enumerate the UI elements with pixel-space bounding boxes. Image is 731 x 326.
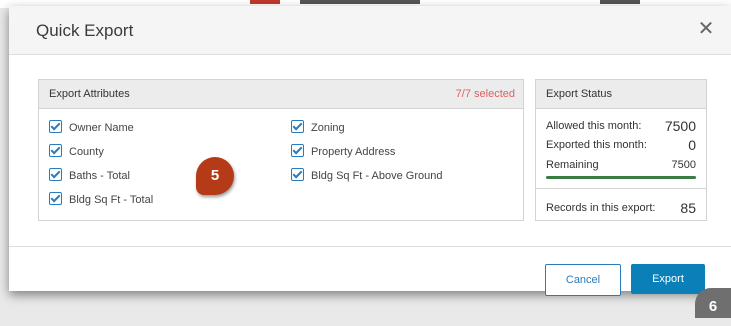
- attribute-checkbox-bldg-sq-ft-total[interactable]: Bldg Sq Ft - Total: [49, 192, 153, 208]
- records-in-export-row: Records in this export: 85: [546, 200, 696, 216]
- attribute-label: Property Address: [311, 146, 396, 158]
- attribute-checkbox-county[interactable]: County: [49, 144, 104, 160]
- exported-label: Exported this month:: [546, 139, 647, 151]
- checkbox-checked-icon[interactable]: [49, 168, 62, 181]
- checkbox-checked-icon[interactable]: [291, 120, 304, 133]
- close-icon[interactable]: ✕: [695, 18, 717, 40]
- background-content: [250, 0, 280, 4]
- dialog-title: Quick Export: [36, 21, 134, 40]
- allowed-label: Allowed this month:: [546, 120, 642, 132]
- export-attributes-panel: Export Attributes 7/7 selected Owner Nam…: [38, 79, 524, 221]
- allowed-this-month-row: Allowed this month: 7500: [546, 118, 696, 134]
- checkbox-checked-icon[interactable]: [49, 144, 62, 157]
- attribute-checkbox-zoning[interactable]: Zoning: [291, 120, 345, 136]
- export-attributes-title: Export Attributes: [49, 88, 130, 100]
- checkbox-checked-icon[interactable]: [49, 120, 62, 133]
- exported-this-month-row: Exported this month: 0: [546, 137, 696, 153]
- attribute-label: Bldg Sq Ft - Above Ground: [311, 170, 443, 182]
- step-callout-6: 6: [695, 288, 731, 318]
- divider: [536, 188, 706, 189]
- remaining-progress-bar: [546, 176, 696, 179]
- export-status-title: Export Status: [546, 88, 613, 100]
- cancel-button[interactable]: Cancel: [545, 264, 621, 296]
- attribute-label: Baths - Total: [69, 170, 130, 182]
- export-attributes-header: Export Attributes 7/7 selected: [39, 80, 523, 109]
- export-status-header: Export Status: [536, 80, 706, 109]
- attribute-label: Zoning: [311, 122, 345, 134]
- records-label: Records in this export:: [546, 202, 656, 214]
- footer-divider: [9, 246, 731, 247]
- step-callout-5: 5: [196, 157, 234, 195]
- export-status-panel: Export Status Allowed this month: 7500 E…: [535, 79, 707, 221]
- attribute-checkbox-bldg-sq-ft-above-ground[interactable]: Bldg Sq Ft - Above Ground: [291, 168, 442, 184]
- background-content: [600, 0, 640, 4]
- attribute-checkbox-owner-name[interactable]: Owner Name: [49, 120, 134, 136]
- attribute-label: County: [69, 146, 104, 158]
- export-button[interactable]: Export: [631, 264, 705, 294]
- remaining-row: Remaining 7500: [546, 157, 696, 173]
- attribute-checkbox-baths-total[interactable]: Baths - Total: [49, 168, 130, 184]
- attribute-label: Owner Name: [69, 122, 134, 134]
- attribute-label: Bldg Sq Ft - Total: [69, 194, 154, 206]
- quick-export-dialog: Quick Export ✕ Export Attributes 7/7 sel…: [9, 6, 731, 296]
- checkbox-checked-icon[interactable]: [291, 168, 304, 181]
- attribute-checkbox-property-address[interactable]: Property Address: [291, 144, 395, 160]
- exported-value: 0: [688, 137, 696, 153]
- remaining-label: Remaining: [546, 159, 599, 171]
- allowed-value: 7500: [664, 118, 696, 134]
- remaining-value: 7500: [671, 159, 696, 171]
- checkbox-checked-icon[interactable]: [291, 144, 304, 157]
- background-content: [300, 0, 420, 4]
- selected-count: 7/7 selected: [455, 88, 515, 100]
- records-value: 85: [680, 200, 696, 216]
- dialog-header: Quick Export ✕: [9, 6, 731, 55]
- checkbox-checked-icon[interactable]: [49, 192, 62, 205]
